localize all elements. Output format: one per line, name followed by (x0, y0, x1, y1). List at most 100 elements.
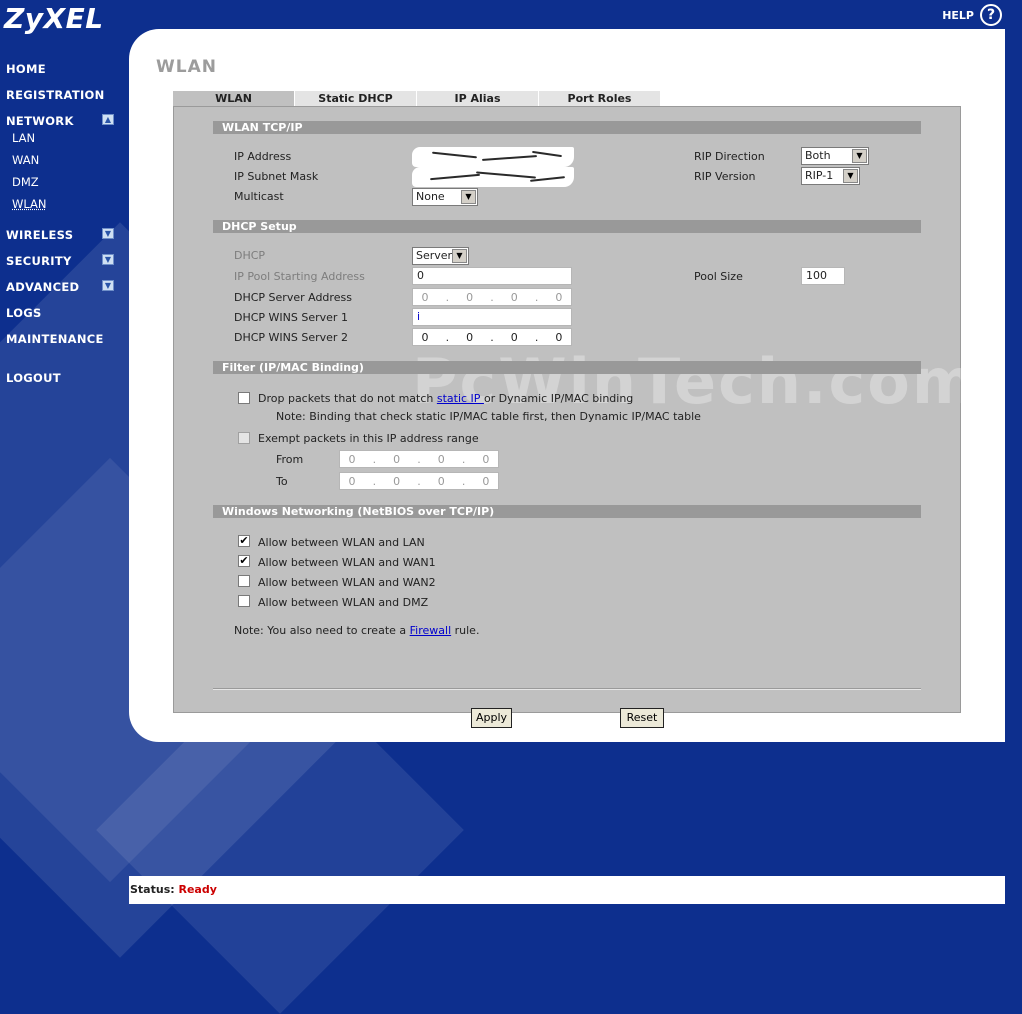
pool-size-input[interactable]: 100 (801, 267, 845, 285)
dhcp-select[interactable]: Server ▼ (412, 247, 469, 265)
help-icon: ? (980, 4, 1002, 26)
pool-start-input[interactable]: 0 (412, 267, 572, 285)
wins2-label: DHCP WINS Server 2 (234, 331, 348, 344)
server-address-label: DHCP Server Address (234, 291, 352, 304)
wins1-label: DHCP WINS Server 1 (234, 311, 348, 324)
wins1-input[interactable]: i (412, 308, 572, 326)
apply-button[interactable]: Apply (471, 708, 512, 728)
section-netbios: Windows Networking (NetBIOS over TCP/IP) (213, 505, 921, 518)
chevron-down-icon[interactable]: ▼ (102, 254, 114, 265)
octet: 0 (348, 452, 356, 466)
pool-size-label: Pool Size (694, 270, 743, 283)
drop-packets-suffix: or Dynamic IP/MAC binding (483, 392, 634, 405)
drop-packets-checkbox[interactable] (238, 392, 250, 404)
section-filter: Filter (IP/MAC Binding) (213, 361, 921, 374)
exempt-packets-label: Exempt packets in this IP address range (258, 432, 479, 445)
rip-direction-value: Both (805, 149, 831, 162)
allow-wlan-lan-checkbox[interactable]: ✔ (238, 535, 250, 547)
firewall-note: Note: You also need to create a Firewall… (234, 624, 479, 637)
firewall-note-prefix: Note: You also need to create a (234, 624, 410, 637)
to-label: To (276, 475, 288, 488)
chevron-up-icon[interactable]: ▲ (102, 114, 114, 125)
rip-version-select[interactable]: RIP-1 ▼ (801, 167, 860, 185)
tab-port-roles[interactable]: Port Roles (539, 91, 661, 106)
subnet-mask-field[interactable] (412, 167, 574, 187)
octet: 0 (348, 474, 356, 488)
rip-version-value: RIP-1 (805, 169, 834, 182)
chevron-down-icon[interactable]: ▼ (102, 280, 114, 291)
rip-direction-select[interactable]: Both ▼ (801, 147, 869, 165)
zyxel-logo: ZyXEL (4, 2, 104, 35)
nav-logout[interactable]: LOGOUT (6, 371, 61, 385)
nav-security[interactable]: SECURITY (6, 254, 72, 268)
nav-sub-lan[interactable]: LAN (12, 131, 35, 145)
rip-version-label: RIP Version (694, 170, 756, 183)
dropdown-arrow-icon: ▼ (843, 169, 858, 183)
octet: 0 (510, 330, 518, 344)
static-ip-link[interactable]: static IP (437, 392, 484, 405)
tab-ip-alias[interactable]: IP Alias (417, 91, 539, 106)
tab-bar: WLAN Static DHCP IP Alias Port Roles (173, 91, 661, 106)
ip-address-field[interactable] (412, 147, 574, 167)
reset-button[interactable]: Reset (620, 708, 664, 728)
octet: 0 (393, 452, 401, 466)
chevron-down-icon[interactable]: ▼ (102, 228, 114, 239)
binding-note: Note: Binding that check static IP/MAC t… (276, 410, 701, 423)
rip-direction-label: RIP Direction (694, 150, 765, 163)
nav-registration[interactable]: REGISTRATION (6, 88, 105, 102)
exempt-packets-checkbox[interactable] (238, 432, 250, 444)
octet: 0 (482, 474, 490, 488)
dhcp-label: DHCP (234, 249, 266, 262)
form-divider (213, 688, 921, 690)
nav-logs[interactable]: LOGS (6, 306, 42, 320)
multicast-value: None (416, 190, 445, 203)
page-title: WLAN (156, 57, 217, 77)
octet: 0 (466, 290, 474, 304)
nav-sub-wan[interactable]: WAN (12, 153, 39, 167)
status-value: Ready (178, 883, 217, 896)
octet: 0 (437, 474, 445, 488)
dropdown-arrow-icon: ▼ (452, 249, 467, 263)
watermark: PcWinTech.com (412, 345, 979, 418)
section-wlan-tcpip: WLAN TCP/IP (213, 121, 921, 134)
from-label: From (276, 453, 304, 466)
octet: 0 (437, 452, 445, 466)
ip-address-label: IP Address (234, 150, 292, 163)
wlan-form: PcWinTech.com WLAN TCP/IP IP Address IP … (173, 106, 976, 728)
server-address-field[interactable]: 0. 0. 0. 0 (412, 288, 572, 306)
multicast-select[interactable]: None ▼ (412, 188, 478, 206)
pool-start-label: IP Pool Starting Address (234, 270, 365, 283)
status-label: Status: (130, 883, 175, 896)
firewall-note-suffix: rule. (451, 624, 480, 637)
allow-wlan-lan-label: Allow between WLAN and LAN (258, 536, 425, 549)
to-ip-field[interactable]: 0. 0. 0. 0 (339, 472, 499, 490)
allow-wlan-wan2-checkbox[interactable] (238, 575, 250, 587)
main-panel: WLAN WLAN Static DHCP IP Alias Port Role… (129, 29, 1005, 742)
from-ip-field[interactable]: 0. 0. 0. 0 (339, 450, 499, 468)
dropdown-arrow-icon: ▼ (852, 149, 867, 163)
allow-wlan-dmz-checkbox[interactable] (238, 595, 250, 607)
nav-advanced[interactable]: ADVANCED (6, 280, 79, 294)
tab-static-dhcp[interactable]: Static DHCP (295, 91, 417, 106)
allow-wlan-wan2-label: Allow between WLAN and WAN2 (258, 576, 436, 589)
nav-maintenance[interactable]: MAINTENANCE (6, 332, 104, 346)
octet: 0 (555, 290, 563, 304)
nav-wireless[interactable]: WIRELESS (6, 228, 73, 242)
octet: 0 (555, 330, 563, 344)
firewall-link[interactable]: Firewall (410, 624, 451, 637)
status-bar: Status: Ready (129, 876, 1005, 904)
drop-packets-prefix: Drop packets that do not match (258, 392, 437, 405)
dropdown-arrow-icon: ▼ (461, 190, 476, 204)
tab-wlan[interactable]: WLAN (173, 91, 295, 106)
allow-wlan-wan1-checkbox[interactable]: ✔ (238, 555, 250, 567)
nav-network[interactable]: NETWORK (6, 114, 74, 128)
help-link[interactable]: HELP ? (942, 4, 1002, 26)
drop-packets-text: Drop packets that do not match static IP… (258, 392, 633, 405)
nav-sub-dmz[interactable]: DMZ (12, 175, 39, 189)
nav-sub-wlan[interactable]: WLAN (12, 197, 47, 211)
wins2-field[interactable]: 0. 0. 0. 0 (412, 328, 572, 346)
octet: 0 (393, 474, 401, 488)
allow-wlan-dmz-label: Allow between WLAN and DMZ (258, 596, 429, 609)
subnet-mask-label: IP Subnet Mask (234, 170, 319, 183)
nav-home[interactable]: HOME (6, 62, 46, 76)
